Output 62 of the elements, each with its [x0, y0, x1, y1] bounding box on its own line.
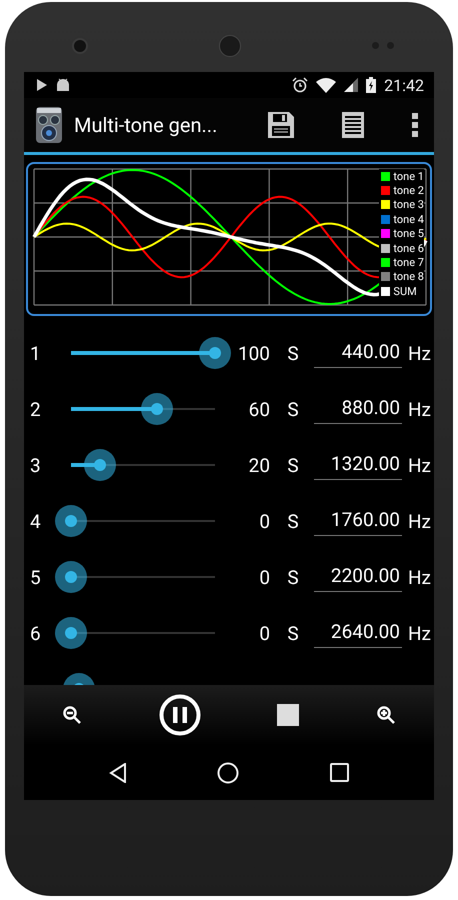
status-time: 21:42 [384, 76, 424, 94]
unit-label: Hz [408, 566, 431, 588]
unit-label: Hz [408, 510, 431, 532]
legend-label: tone 1 [393, 170, 424, 183]
battery-icon [366, 77, 376, 93]
unit-label: Hz [408, 342, 431, 364]
unit-label: Hz [408, 454, 431, 476]
app-title: Multi-tone gen... [74, 113, 218, 137]
android-icon [56, 78, 70, 92]
alarm-icon [292, 77, 308, 93]
volume-value: 0 [258, 622, 270, 644]
pause-icon [158, 694, 201, 736]
frequency-field[interactable]: 1760.00 [314, 506, 402, 536]
tone-number: 5 [30, 566, 42, 588]
frequency-field[interactable]: 1320.00 [314, 450, 402, 480]
signal-icon [344, 78, 358, 92]
pause-button[interactable] [156, 692, 203, 738]
stop-button[interactable] [275, 702, 302, 728]
overflow-menu-icon [412, 113, 418, 137]
speaker-icon [219, 35, 241, 57]
unit-label: Hz [408, 398, 431, 420]
waveform-button[interactable]: S [284, 510, 302, 532]
speaker-icon[interactable] [36, 107, 62, 143]
list-icon [342, 112, 364, 138]
tone-number: 1 [30, 342, 42, 364]
volume-value: 20 [248, 454, 270, 476]
zoom-out-icon [62, 705, 82, 725]
legend-label: tone 4 [393, 212, 424, 226]
stop-icon [277, 704, 300, 726]
legend-label: tone 7 [393, 256, 424, 270]
waveform-button[interactable]: S [284, 622, 302, 644]
waveform-button[interactable]: S [284, 398, 302, 420]
legend-label: tone 8 [393, 270, 424, 284]
play-icon [36, 79, 48, 91]
tone-number: 4 [30, 510, 42, 532]
recents-icon[interactable] [330, 763, 349, 782]
waveform-button[interactable]: S [284, 342, 302, 364]
volume-value: 0 [258, 510, 270, 532]
legend-label: tone 2 [393, 184, 424, 198]
tone-number: 3 [30, 454, 42, 476]
back-icon[interactable] [109, 762, 128, 782]
frequency-field[interactable]: 440.00 [314, 338, 402, 368]
legend-label: tone 6 [393, 242, 424, 255]
legend-label: tone 5 [393, 227, 424, 240]
volume-value: 0 [258, 566, 270, 588]
wifi-icon [316, 78, 336, 92]
waveform-button[interactable]: S [284, 566, 302, 588]
volume-value: 60 [248, 398, 270, 420]
floppy-icon [268, 112, 294, 138]
zoom-in-icon [376, 705, 396, 725]
camera-icon [72, 38, 88, 54]
legend-label: tone 3 [393, 198, 424, 212]
tone-number: 2 [30, 398, 42, 420]
waveform-button[interactable]: S [284, 454, 302, 476]
legend-label: SUM [393, 284, 417, 298]
unit-label: Hz [408, 622, 431, 644]
frequency-field[interactable]: 2200.00 [314, 562, 402, 592]
frequency-field[interactable]: 880.00 [314, 394, 402, 424]
frequency-field[interactable]: 2640.00 [314, 618, 402, 648]
volume-value: 100 [236, 342, 270, 364]
home-icon[interactable] [217, 762, 240, 784]
tone-number: 6 [30, 622, 42, 644]
